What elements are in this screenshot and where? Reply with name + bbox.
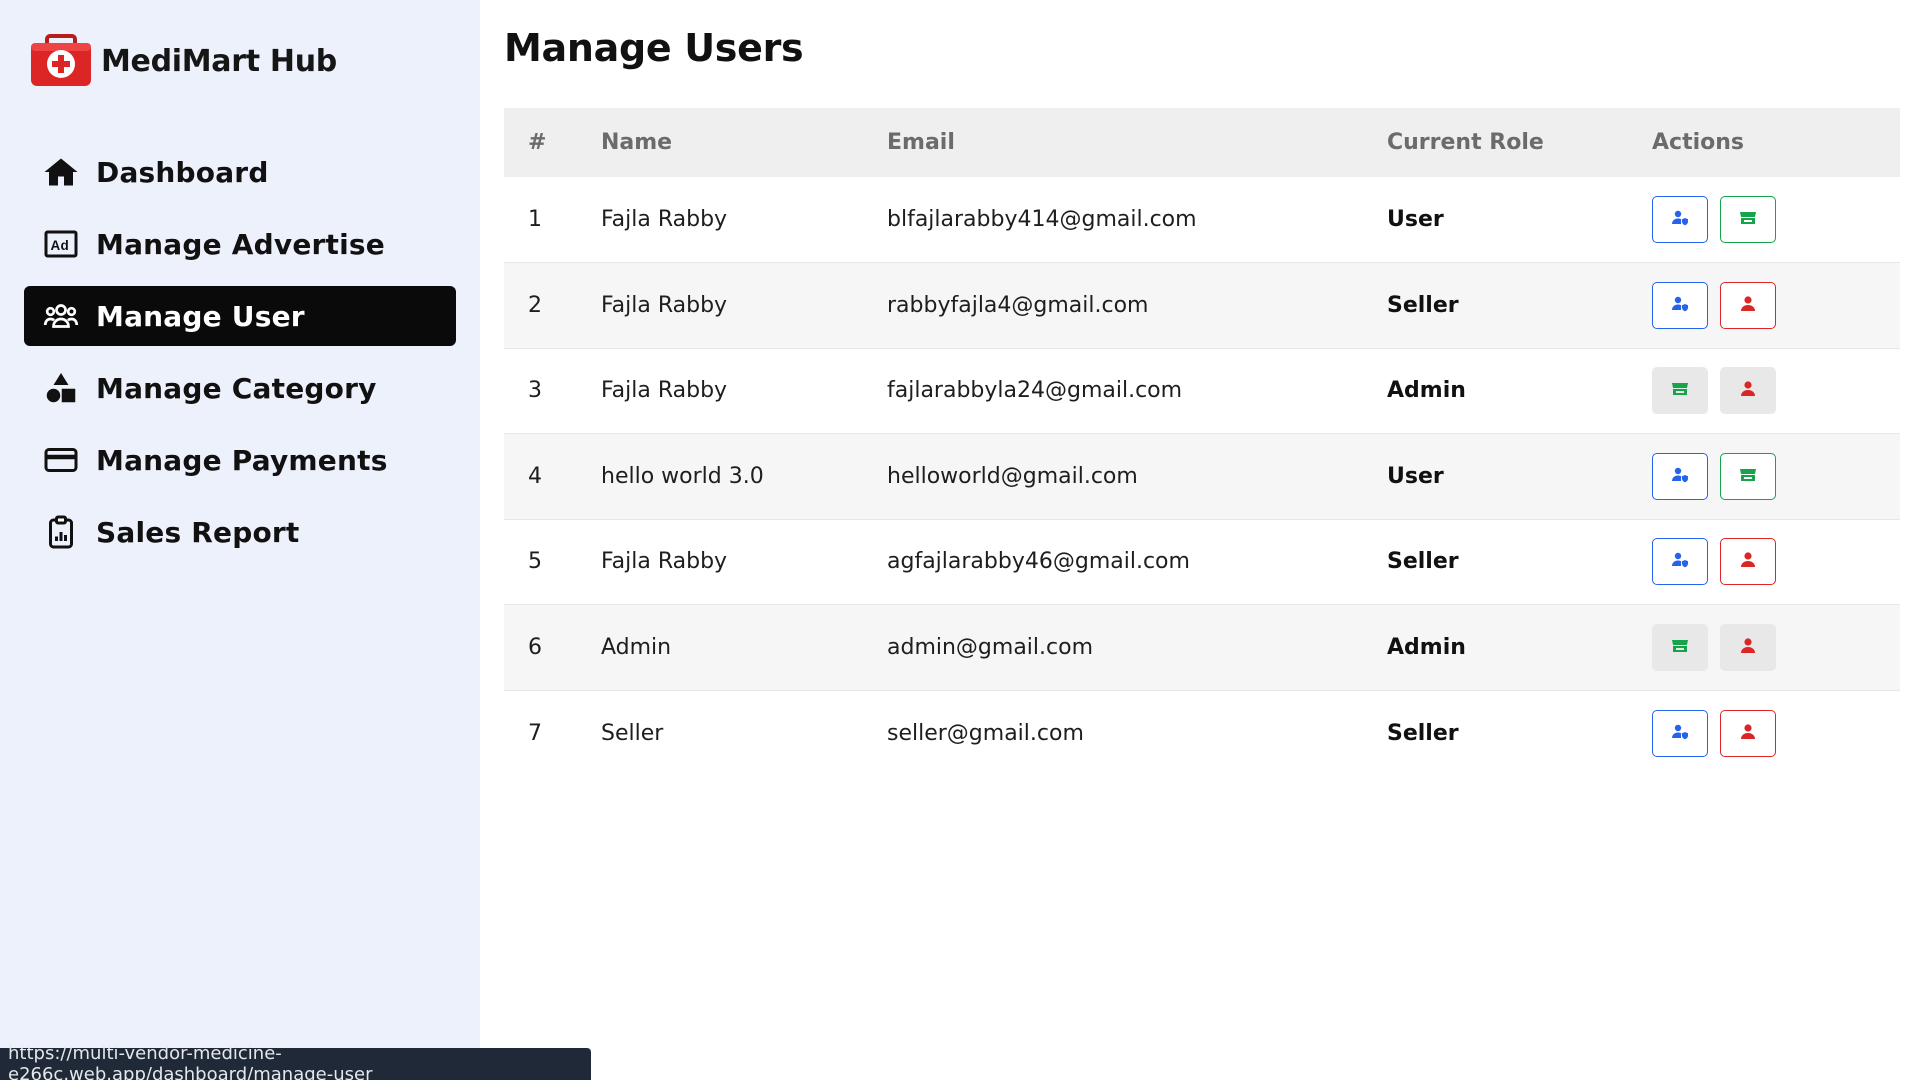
column-header-actions: Actions [1652,130,1744,155]
make-seller-button[interactable] [1720,196,1776,243]
sidebar-item-label: Manage Advertise [96,227,385,261]
make-user-button[interactable] [1720,538,1776,586]
row-number: 1 [528,207,542,232]
sidebar-item-dashboard[interactable]: Dashboard [24,142,456,202]
make-admin-button[interactable] [1652,538,1708,586]
table-row: 5 Fajla Rabby agfajlarabby46@gmail.com S… [504,519,1900,605]
table-row: 4 hello world 3.0 helloworld@gmail.com U… [504,433,1900,519]
user-email: helloworld@gmail.com [887,463,1138,489]
make-admin-button[interactable] [1652,452,1708,500]
user-shield-icon [1670,208,1690,231]
sidebar-item-label: Sales Report [96,515,300,549]
store-icon [1670,379,1690,402]
user-icon [1738,636,1758,659]
sidebar-item-manage-category[interactable]: Manage Category [24,358,456,418]
user-email: seller@gmail.com [887,720,1084,746]
user-shield-icon [1670,550,1690,573]
row-number: 7 [528,720,542,746]
user-name: Fajla Rabby [601,378,728,404]
user-email: rabbyfajla4@gmail.com [887,292,1149,318]
sidebar: MediMart Hub Dashboard Ad Manage Adverti… [0,0,480,1080]
user-role: Admin [1387,634,1466,660]
user-shield-icon [1670,722,1690,745]
user-name: Fajla Rabby [601,549,728,575]
user-icon [1738,722,1758,745]
user-shield-icon [1670,294,1690,317]
make-user-button[interactable] [1720,367,1776,415]
status-url: https://multi-vendor-medicine-e266c.web.… [8,1043,373,1080]
store-icon [1738,465,1758,488]
sidebar-nav: Dashboard Ad Manage Advertise Manage Use… [24,142,456,562]
user-name: Fajla Rabby [601,207,728,232]
browser-status-bar: https://multi-vendor-medicine-e266c.web.… [0,1043,591,1080]
brand-name: MediMart Hub [101,43,337,79]
user-role: Seller [1387,292,1459,318]
column-header-email: Email [887,130,955,155]
sidebar-item-label: Dashboard [96,155,269,189]
row-number: 3 [528,378,542,404]
row-number: 4 [528,463,542,489]
make-admin-button[interactable] [1652,196,1708,243]
user-role: Seller [1387,549,1459,575]
sidebar-item-label: Manage User [96,299,305,333]
sidebar-item-manage-user[interactable]: Manage User [24,286,456,346]
table-row: 1 Fajla Rabby blfajlarabby414@gmail.com … [504,177,1900,263]
row-number: 6 [528,634,542,660]
table-row: 6 Admin admin@gmail.com Admin [504,604,1900,690]
make-admin-button[interactable] [1652,281,1708,329]
user-name: Admin [601,634,672,660]
users-table: # Name Email Current Role Actions 1 Fajl… [504,108,1900,776]
user-role: Seller [1387,720,1459,746]
user-name: Seller [601,720,664,746]
row-number: 5 [528,549,542,575]
make-seller-button[interactable] [1652,623,1708,671]
make-seller-button[interactable] [1720,452,1776,500]
table-row: 2 Fajla Rabby rabbyfajla4@gmail.com Sell… [504,262,1900,348]
make-user-button[interactable] [1720,281,1776,329]
users-icon [42,297,80,335]
user-icon [1738,294,1758,317]
make-seller-button[interactable] [1652,367,1708,415]
table-header-row: # Name Email Current Role Actions [504,108,1900,177]
table-row: 3 Fajla Rabby fajlarabbyla24@gmail.com A… [504,348,1900,434]
credit-card-icon [42,441,80,479]
svg-text:Ad: Ad [51,238,70,253]
row-number: 2 [528,292,542,318]
sidebar-item-manage-advertise[interactable]: Ad Manage Advertise [24,214,456,274]
home-icon [42,153,80,191]
user-email: agfajlarabby46@gmail.com [887,549,1190,575]
user-name: Fajla Rabby [601,292,728,318]
ad-icon: Ad [42,225,80,263]
user-icon [1738,379,1758,402]
sidebar-item-label: Manage Category [96,371,377,405]
table-row: 7 Seller seller@gmail.com Seller [504,690,1900,776]
main-content: Manage Users # Name Email Current Role A… [480,0,1920,1080]
column-header-number: # [528,130,547,155]
sidebar-item-manage-payments[interactable]: Manage Payments [24,430,456,490]
user-email: blfajlarabby414@gmail.com [887,207,1197,232]
user-shield-icon [1670,465,1690,488]
user-role: User [1387,463,1444,489]
store-icon [1670,636,1690,659]
column-header-name: Name [601,130,673,155]
user-email: admin@gmail.com [887,634,1094,660]
store-icon [1738,208,1758,231]
user-role: Admin [1387,378,1466,404]
user-email: fajlarabbyla24@gmail.com [887,378,1183,404]
page-title: Manage Users [504,26,804,70]
make-admin-button[interactable] [1652,709,1708,757]
make-user-button[interactable] [1720,623,1776,671]
sidebar-item-sales-report[interactable]: Sales Report [24,502,456,562]
app-root: MediMart Hub Dashboard Ad Manage Adverti… [0,0,1920,1080]
medical-kit-icon [29,34,93,88]
clipboard-report-icon [42,513,80,551]
user-role: User [1387,207,1444,232]
column-header-role: Current Role [1387,130,1544,155]
brand[interactable]: MediMart Hub [29,34,456,88]
shapes-icon [42,369,80,407]
make-user-button[interactable] [1720,709,1776,757]
sidebar-item-label: Manage Payments [96,443,388,477]
user-name: hello world 3.0 [601,463,764,489]
user-icon [1738,550,1758,573]
